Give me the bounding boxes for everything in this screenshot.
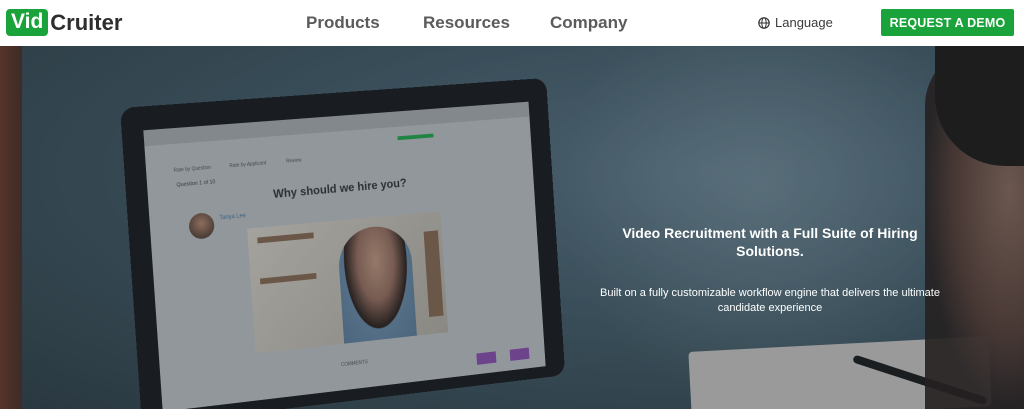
hero-heading: Video Recruitment with a Full Suite of H… bbox=[622, 225, 918, 259]
top-navbar: Vid Cruiter Products Resources Company L… bbox=[0, 0, 1024, 46]
language-label: Language bbox=[775, 15, 833, 30]
hero-section: Rate by Question Rate by Applicant Revie… bbox=[0, 46, 1024, 409]
request-demo-button[interactable]: REQUEST A DEMO bbox=[881, 9, 1014, 36]
nav-link-company[interactable]: Company bbox=[550, 13, 627, 33]
language-selector[interactable]: Language bbox=[758, 15, 833, 30]
nav-link-resources[interactable]: Resources bbox=[423, 13, 510, 33]
logo-vid-text: Vid bbox=[6, 9, 49, 36]
vidcruiter-logo[interactable]: Vid Cruiter bbox=[6, 9, 122, 36]
nav-link-products[interactable]: Products bbox=[306, 13, 380, 33]
hero-subheading: Built on a fully customizable workflow e… bbox=[600, 287, 940, 314]
globe-icon bbox=[758, 16, 770, 29]
logo-cruiter-text: Cruiter bbox=[50, 9, 123, 35]
